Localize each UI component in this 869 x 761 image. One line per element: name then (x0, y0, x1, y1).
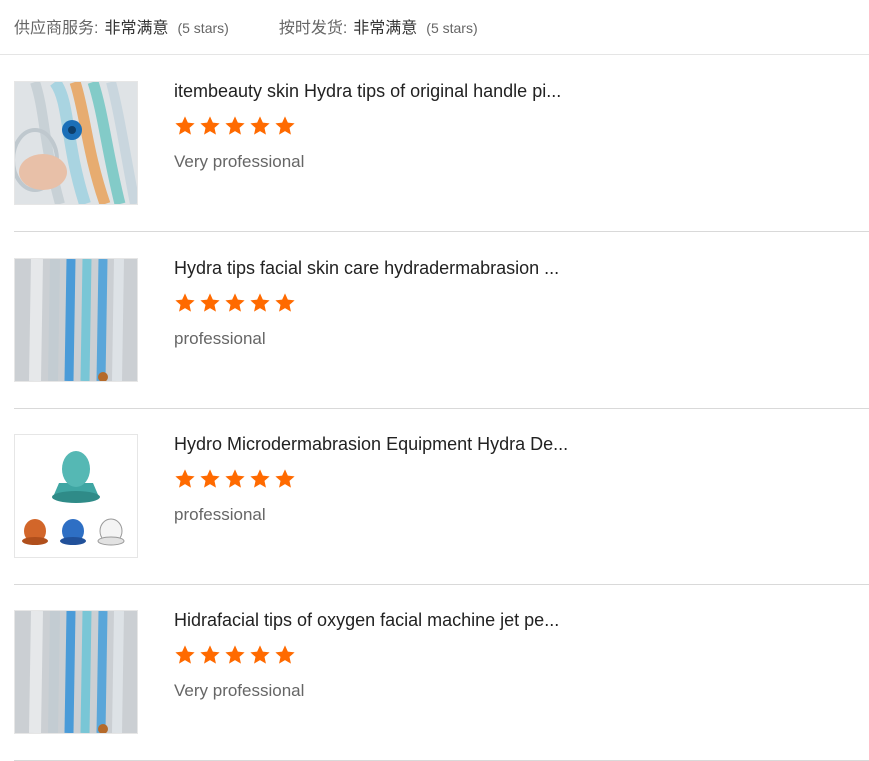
star-icon (275, 645, 295, 664)
star-rating (174, 468, 299, 490)
review-item: itembeauty skin Hydra tips of original h… (14, 55, 869, 232)
on-time-delivery-value: 非常满意 (353, 20, 418, 37)
star-icon (275, 116, 295, 135)
star-icon (175, 293, 195, 312)
supplier-service-stars-text: (5 stars) (177, 20, 229, 36)
hydra-tips-bags-photo[interactable] (14, 610, 138, 734)
review-product-title[interactable]: Hydro Microdermabrasion Equipment Hydra … (174, 432, 604, 456)
review-item: Hydra tips facial skin care hydradermabr… (14, 232, 869, 409)
star-icon (275, 469, 295, 488)
star-icon (200, 293, 220, 312)
supplier-service-value: 非常满意 (104, 20, 169, 37)
review-comment: professional (174, 505, 266, 524)
star-rating (174, 292, 299, 314)
star-icon (200, 645, 220, 664)
supplier-service-rating: 供应商服务: 非常满意 (5 stars) (14, 14, 229, 38)
star-icon (250, 469, 270, 488)
star-icon (250, 293, 270, 312)
review-product-title[interactable]: Hydra tips facial skin care hydradermabr… (174, 256, 604, 280)
star-icon (175, 645, 195, 664)
star-icon (200, 469, 220, 488)
star-rating (174, 644, 299, 666)
star-icon (225, 293, 245, 312)
supplier-service-label: 供应商服务: (14, 20, 99, 37)
review-item: Hydro Microdermabrasion Equipment Hydra … (14, 408, 869, 585)
on-time-delivery-rating: 按时发货: 非常满意 (5 stars) (279, 14, 478, 38)
hydra-tips-bags-photo[interactable] (14, 258, 138, 382)
on-time-delivery-label: 按时发货: (278, 20, 348, 37)
star-icon (175, 116, 195, 135)
star-rating (174, 115, 299, 137)
review-item: Hidrafacial tips of oxygen facial machin… (14, 584, 869, 761)
star-icon (200, 116, 220, 135)
rating-summary: 供应商服务: 非常满意 (5 stars) 按时发货: 非常满意 (5 star… (14, 14, 478, 38)
on-time-delivery-stars-text: (5 stars) (426, 20, 478, 36)
star-icon (250, 116, 270, 135)
star-icon (175, 469, 195, 488)
star-icon (275, 293, 295, 312)
star-icon (225, 469, 245, 488)
review-comment: Very professional (174, 152, 305, 171)
review-product-title[interactable]: Hidrafacial tips of oxygen facial machin… (174, 608, 604, 632)
star-icon (225, 116, 245, 135)
review-comment: Very professional (174, 681, 305, 700)
star-icon (225, 645, 245, 664)
hydra-handle-product-photo[interactable] (14, 81, 138, 205)
review-comment: professional (174, 329, 266, 348)
hydra-tip-heads-photo[interactable] (14, 434, 138, 558)
review-product-title[interactable]: itembeauty skin Hydra tips of original h… (174, 79, 604, 103)
star-icon (250, 645, 270, 664)
